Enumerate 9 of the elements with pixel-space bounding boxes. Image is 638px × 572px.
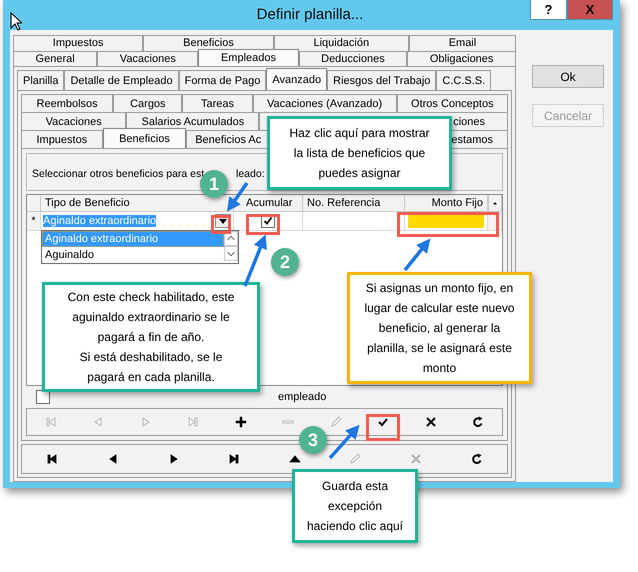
callout-text: Guarda esta excepción haciendo clic aquí <box>306 478 404 535</box>
checkbox-label: empleado <box>278 391 326 403</box>
instruction-text: leado: <box>236 168 265 180</box>
callout-text: Si asignas un monto fijo, en lugar de calcular este nuevo beneficio, al generar la planilla, se le asignará este monto <box>363 280 516 377</box>
row-indicator: * <box>27 212 41 231</box>
callout-text: Con este check habilitado, este aguinaldo extraordinario se le pagará a fin de año. <box>67 289 235 346</box>
window-title: Definir planilla... <box>256 5 364 25</box>
callout-text: Si está deshabilitado, se le pagará en cada planilla. <box>78 349 224 386</box>
callout-text: Haz clic aquí para mostrar la lista de beneficios que puedes asignar <box>288 125 431 182</box>
